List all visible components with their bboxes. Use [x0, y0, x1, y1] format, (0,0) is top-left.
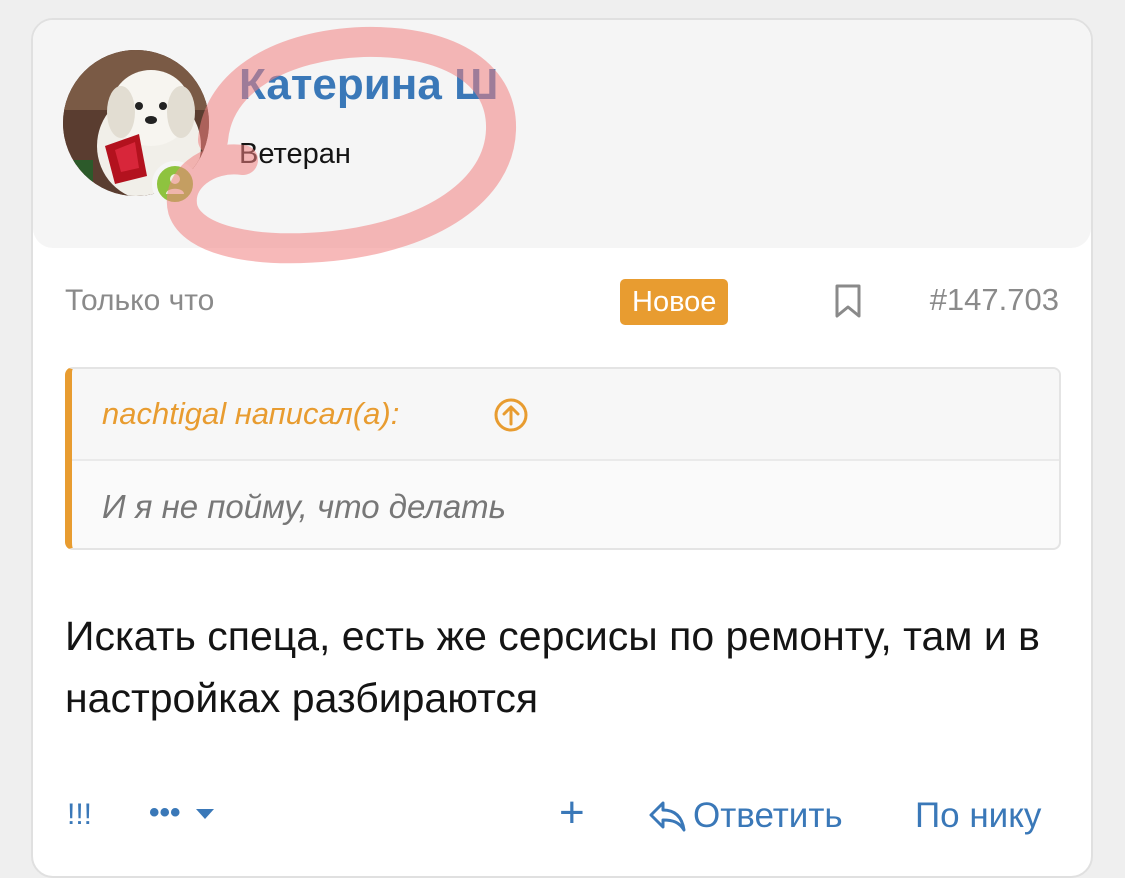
bookmark-icon[interactable]	[833, 283, 863, 324]
quote-by-nick-button[interactable]: По нику	[915, 796, 1041, 836]
new-badge: Новое	[620, 279, 729, 325]
post-header: Катерина Ш Ветеран	[33, 20, 1091, 248]
add-button[interactable]: +	[559, 788, 585, 838]
post-time: Только что	[65, 284, 215, 317]
more-label: •••	[149, 796, 181, 829]
online-status-icon	[152, 161, 198, 207]
post-actions: !!! ••• + Ответить По нику	[33, 788, 1091, 850]
quote-text: И я не пойму, что делать	[102, 488, 507, 525]
post-card: Катерина Ш Ветеран Только что Новое #147…	[31, 18, 1093, 878]
arrow-up-circle-icon[interactable]	[493, 397, 529, 438]
more-menu-button[interactable]: •••	[149, 796, 215, 830]
post-message: Искать спеца, есть же серсисы по ремонту…	[65, 613, 1040, 721]
quote-author[interactable]: nachtigal написал(а):	[102, 396, 399, 432]
quote-header: nachtigal написал(а):	[72, 369, 1059, 461]
post-number-link[interactable]: #147.703	[930, 282, 1059, 318]
author-name[interactable]: Катерина Ш	[239, 60, 498, 110]
reply-icon	[647, 799, 687, 842]
author-title: Ветеран	[239, 138, 351, 170]
report-button[interactable]: !!!	[67, 798, 92, 832]
reply-button[interactable]: Ответить	[647, 796, 843, 842]
quote-block: nachtigal написал(а): И я не пойму, что …	[65, 367, 1061, 550]
chevron-down-icon	[195, 809, 214, 820]
reply-label: Ответить	[693, 796, 843, 835]
